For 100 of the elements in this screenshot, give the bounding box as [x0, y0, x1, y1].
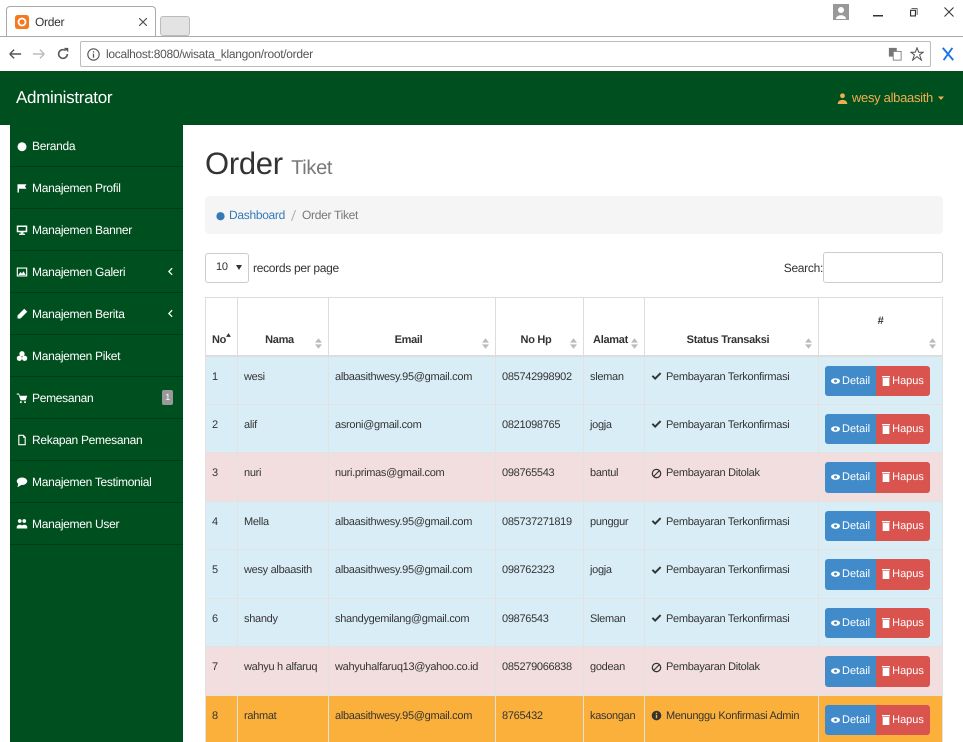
reload-icon	[56, 47, 70, 61]
detail-button[interactable]: Detail	[825, 366, 876, 396]
check-icon	[651, 613, 662, 624]
image-icon	[16, 266, 28, 278]
delete-button[interactable]: Hapus	[876, 510, 930, 542]
detail-button[interactable]: Detail	[825, 462, 876, 493]
flag-icon	[16, 182, 28, 194]
trash-icon	[882, 472, 890, 482]
table-cell: bantul	[590, 467, 618, 480]
eye-icon	[831, 378, 840, 384]
delete-button[interactable]: Hapus	[876, 656, 930, 687]
trash-icon	[882, 376, 890, 386]
check-icon	[651, 564, 662, 576]
detail-button[interactable]: Detail	[825, 510, 876, 542]
table-cell: 098765543	[502, 467, 554, 480]
close-icon[interactable]	[139, 18, 147, 26]
detail-button[interactable]: Detail	[825, 414, 876, 444]
users-icon	[16, 518, 28, 530]
pencil-icon	[16, 308, 28, 320]
table-cell: 8765432	[502, 710, 543, 722]
delete-button[interactable]: Hapus	[876, 608, 930, 638]
table-cell: wahyuhalfaruq13@yahoo.co.id	[335, 661, 478, 674]
eye-icon	[831, 668, 840, 674]
page-title: Order	[205, 146, 283, 181]
monitor-icon	[16, 224, 28, 236]
table-cell: 2	[212, 418, 218, 431]
table-cell: punggur	[590, 516, 628, 528]
brand-title[interactable]: Administrator	[16, 85, 112, 111]
delete-button[interactable]: Hapus	[876, 366, 930, 396]
chevron-left-icon[interactable]	[168, 267, 173, 276]
eye-icon	[831, 571, 840, 578]
sidebar-item[interactable]: Rekapan Pemesanan	[10, 419, 183, 461]
sidebar-item[interactable]: Pemesanan 1	[10, 377, 183, 419]
table-cell: shandygemilang@gmail.com	[335, 612, 470, 625]
detail-button[interactable]: Detail	[825, 704, 876, 736]
sidebar-item[interactable]: Beranda	[10, 125, 183, 167]
table-cell: jogja	[590, 418, 612, 431]
forward-icon	[32, 47, 46, 61]
ban-icon	[651, 468, 662, 479]
sort-ascending-icon[interactable]	[226, 332, 231, 338]
table-cell: 09876543	[502, 612, 549, 625]
user-menu[interactable]: wesy albaasith	[836, 88, 945, 108]
delete-button[interactable]: Hapus	[876, 414, 930, 444]
sort-icon[interactable]	[929, 338, 936, 349]
delete-button[interactable]: Hapus	[876, 462, 930, 493]
breadcrumb-link[interactable]: Dashboard	[229, 206, 286, 224]
address-bar[interactable]: localhost:8080/wisata_klangon/root/order	[80, 41, 931, 67]
sort-icon[interactable]	[482, 338, 489, 349]
column-header[interactable]: #	[878, 313, 884, 330]
file-icon	[16, 434, 28, 446]
star-icon	[910, 47, 924, 61]
profile-icon	[833, 4, 849, 20]
eye-icon	[831, 474, 840, 480]
column-header[interactable]: No	[212, 332, 226, 349]
extension-icon	[941, 46, 955, 62]
table-cell: alif	[244, 418, 257, 431]
table-cell: Mella	[244, 516, 269, 528]
browser-tab[interactable]: Order	[6, 6, 156, 36]
table-cell: 085279066838	[502, 661, 572, 674]
sort-icon[interactable]	[570, 338, 577, 349]
table-cell: albaasithwesy.95@gmail.com	[335, 370, 472, 383]
new-tab-button[interactable]	[160, 16, 190, 36]
detail-button[interactable]: Detail	[825, 559, 876, 590]
detail-button[interactable]: Detail	[825, 608, 876, 638]
sidebar-item[interactable]: Manajemen Berita	[10, 293, 183, 335]
table-cell: nuri.primas@gmail.com	[335, 467, 444, 480]
page-favicon	[15, 14, 29, 28]
status-text: Pembayaran Terkonfirmasi	[666, 418, 790, 433]
sidebar-item[interactable]: Manajemen Testimonial	[10, 461, 183, 503]
status-text: Pembayaran Terkonfirmasi	[666, 563, 790, 578]
status-text: Pembayaran Terkonfirmasi	[666, 514, 790, 530]
detail-button[interactable]: Detail	[825, 656, 876, 687]
eye-icon	[831, 426, 840, 432]
column-header[interactable]: Alamat	[590, 332, 631, 349]
sidebar-item[interactable]: Manajemen User	[10, 503, 183, 545]
minimize-icon[interactable]	[873, 15, 883, 17]
sidebar-item[interactable]: Manajemen Piket	[10, 335, 183, 377]
check-icon	[651, 516, 662, 528]
sort-icon[interactable]	[631, 338, 638, 349]
trash-icon	[882, 424, 890, 434]
table-cell: sleman	[590, 370, 624, 383]
table-cell: Sleman	[590, 612, 626, 625]
chevron-left-icon[interactable]	[168, 309, 173, 318]
delete-button[interactable]: Hapus	[876, 704, 930, 736]
sort-icon[interactable]	[315, 338, 322, 349]
status-text: Pembayaran Terkonfirmasi	[666, 612, 790, 627]
table-cell: albaasithwesy.95@gmail.com	[335, 564, 472, 576]
caret-icon	[937, 94, 945, 102]
sidebar-item[interactable]: Manajemen Galeri	[10, 251, 183, 293]
page-length-select[interactable]: 10	[205, 252, 249, 283]
sort-icon[interactable]	[805, 338, 812, 349]
table-cell: 085737271819	[502, 516, 572, 528]
table-cell: asroni@gmail.com	[335, 418, 422, 431]
delete-button[interactable]: Hapus	[876, 559, 930, 590]
info-icon	[651, 710, 662, 722]
info-icon	[87, 48, 100, 60]
check-icon	[651, 419, 662, 430]
search-field[interactable]	[823, 252, 943, 284]
sidebar-item[interactable]: Manajemen Banner	[10, 209, 183, 251]
sidebar-item[interactable]: Manajemen Profil	[10, 167, 183, 209]
